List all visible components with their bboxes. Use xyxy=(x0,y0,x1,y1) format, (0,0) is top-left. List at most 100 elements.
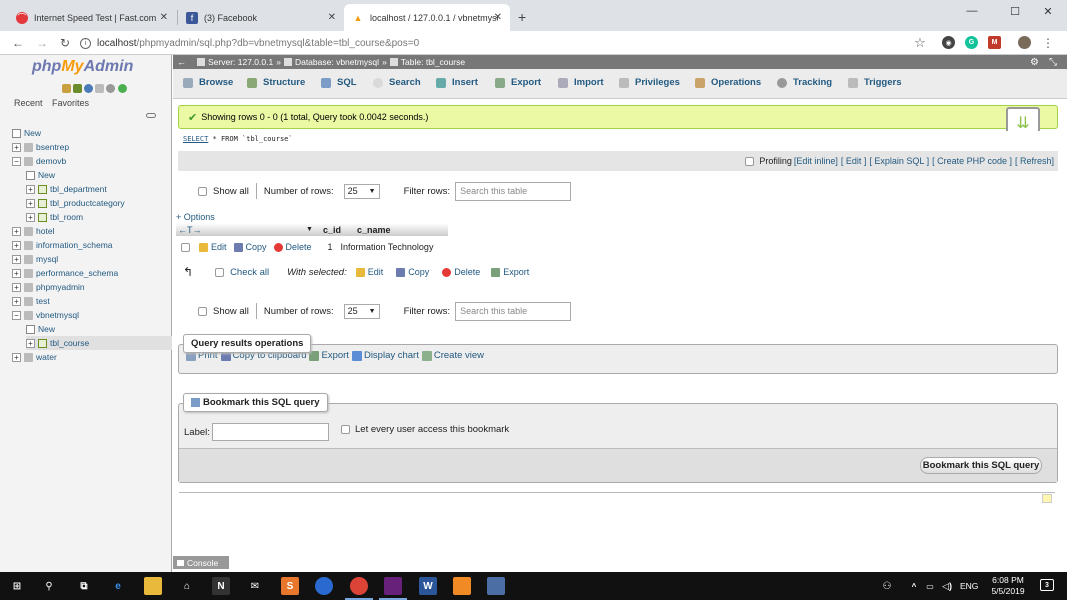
battery-icon[interactable]: ▭ xyxy=(924,577,936,595)
expand-icon[interactable]: + xyxy=(12,352,21,362)
collapse-icon[interactable]: − xyxy=(12,310,21,320)
app-n-icon[interactable]: N xyxy=(212,577,230,595)
tree-db-test[interactable]: + test xyxy=(12,294,50,308)
gear-icon[interactable]: ⚙ xyxy=(1030,57,1039,68)
tray-chevron-icon[interactable]: ^ xyxy=(908,577,920,595)
tab-browse[interactable]: Browse xyxy=(183,77,233,88)
tab-import[interactable]: Import xyxy=(558,77,604,88)
explain-sql-link[interactable]: [ Explain SQL ] xyxy=(869,156,929,166)
new-tab-button[interactable]: + xyxy=(518,9,526,25)
link-icon[interactable] xyxy=(146,113,156,118)
people-icon[interactable]: ⚇ xyxy=(880,577,894,595)
breadcrumb-server[interactable]: Server: 127.0.0.1 xyxy=(208,57,273,67)
sublime-icon[interactable]: S xyxy=(281,577,299,595)
row-delete-link[interactable]: Delete xyxy=(273,242,312,252)
reload-icon[interactable]: ↻ xyxy=(57,35,73,51)
logout-icon[interactable] xyxy=(73,84,82,93)
expand-icon[interactable]: + xyxy=(26,198,35,208)
export-link[interactable]: Export xyxy=(309,350,349,361)
settings-gear-icon[interactable] xyxy=(106,84,115,93)
row-checkbox[interactable] xyxy=(181,242,190,252)
bookmark-star-icon[interactable]: ☆ xyxy=(912,35,928,51)
tree-item-new[interactable]: New xyxy=(12,126,41,140)
browser-menu-icon[interactable]: ⋮ xyxy=(1040,35,1056,51)
tab-sql[interactable]: SQL xyxy=(321,77,357,88)
expand-icon[interactable]: + xyxy=(12,226,21,236)
tree-table-tbl-room[interactable]: + tbl_room xyxy=(26,210,83,224)
docs-icon[interactable] xyxy=(95,84,104,93)
sql-keyword[interactable]: SELECT xyxy=(183,135,208,143)
tree-db-bsentrep[interactable]: + bsentrep xyxy=(12,140,69,154)
url-field[interactable]: i localhost/phpmyadmin/sql.php?db=vbnetm… xyxy=(80,34,940,52)
clock[interactable]: 6:08 PM 5/5/2019 xyxy=(985,575,1031,597)
cell-c-id[interactable]: 1 xyxy=(319,242,333,252)
edge-icon[interactable]: e xyxy=(109,577,127,595)
fullscreen-icon[interactable]: ⤡ xyxy=(1049,57,1057,68)
console-toggle[interactable]: Console xyxy=(173,556,229,569)
tree-table-tbl-department[interactable]: + tbl_department xyxy=(26,182,107,196)
close-icon[interactable]: ✕ xyxy=(160,12,168,23)
reload-nav-icon[interactable] xyxy=(118,84,127,93)
expand-icon[interactable]: + xyxy=(26,338,35,348)
bulk-copy-button[interactable]: Copy xyxy=(396,267,429,277)
collapse-icon[interactable]: − xyxy=(12,156,21,166)
tab-export[interactable]: Export xyxy=(495,77,541,88)
tree-db-information-schema[interactable]: + information_schema xyxy=(12,238,113,252)
language-indicator[interactable]: ENG xyxy=(960,581,978,591)
tree-db-water[interactable]: + water xyxy=(12,350,57,364)
visual-studio-icon[interactable] xyxy=(384,577,402,595)
app-grid-icon[interactable] xyxy=(487,577,505,595)
store-icon[interactable]: ⌂ xyxy=(178,577,196,595)
search-icon[interactable]: ⚲ xyxy=(40,577,58,595)
favorites-tab[interactable]: Favorites xyxy=(52,98,89,108)
tab-tracking[interactable]: Tracking xyxy=(777,77,832,88)
breadcrumb-database[interactable]: Database: vbnetmysql xyxy=(295,57,379,67)
expand-icon[interactable]: + xyxy=(12,282,21,292)
tree-db-vbnetmysql[interactable]: − vbnetmysql xyxy=(12,308,79,322)
profiling-checkbox[interactable] xyxy=(745,156,755,166)
minimize-button[interactable]: — xyxy=(953,0,991,22)
tree-db-demovb[interactable]: − demovb xyxy=(12,154,66,168)
back-arrow-icon[interactable]: ← xyxy=(10,35,26,51)
tree-table-tbl-course[interactable]: + tbl_course xyxy=(26,336,172,350)
tab-structure[interactable]: Structure xyxy=(247,77,305,88)
share-bookmark-checkbox[interactable] xyxy=(341,425,350,434)
skype-icon[interactable] xyxy=(315,577,333,595)
edit-link[interactable]: [ Edit ] xyxy=(841,156,867,166)
show-all-checkbox[interactable] xyxy=(198,306,207,316)
breadcrumb-table[interactable]: Table: tbl_course xyxy=(401,57,465,67)
window-close-button[interactable]: ✕ xyxy=(1029,0,1067,22)
tree-table-tbl-productcategory[interactable]: + tbl_productcategory xyxy=(26,196,125,210)
browser-tab-facebook[interactable]: f (3) Facebook ✕ xyxy=(178,4,344,31)
word-icon[interactable]: W xyxy=(419,577,437,595)
show-all-checkbox[interactable] xyxy=(198,186,207,196)
options-link[interactable]: + Options xyxy=(176,212,215,222)
tab-insert[interactable]: Insert xyxy=(436,77,478,88)
file-explorer-icon[interactable] xyxy=(144,577,162,595)
sort-arrow-icon[interactable]: ▼ xyxy=(306,226,320,233)
xampp-icon[interactable] xyxy=(453,577,471,595)
extension-red-icon[interactable]: M xyxy=(988,36,1001,49)
filter-rows-input[interactable]: Search this table xyxy=(455,301,572,321)
row-edit-link[interactable]: Edit xyxy=(199,242,227,252)
column-header-c-id[interactable]: c_id xyxy=(320,225,354,235)
create-view-link[interactable]: Create view xyxy=(421,350,484,361)
check-all-label[interactable]: Check all xyxy=(230,267,269,278)
bulk-delete-button[interactable]: Delete xyxy=(442,267,480,277)
bookmark-label-input[interactable] xyxy=(212,423,329,441)
windows-start-icon[interactable]: ⊞ xyxy=(8,577,26,595)
close-icon[interactable]: ✕ xyxy=(328,12,336,23)
expand-icon[interactable]: + xyxy=(12,254,21,264)
edit-inline-link[interactable]: [Edit inline] xyxy=(794,156,838,166)
extension-icon[interactable]: ◉ xyxy=(942,36,955,49)
create-php-link[interactable]: [ Create PHP code ] xyxy=(932,156,1012,166)
bulk-export-button[interactable]: Export xyxy=(491,267,529,277)
tree-item-new[interactable]: New xyxy=(26,322,55,336)
expand-icon[interactable]: + xyxy=(26,184,35,194)
display-chart-link[interactable]: Display chart xyxy=(351,350,419,361)
tab-triggers[interactable]: Triggers xyxy=(848,77,902,88)
tab-privileges[interactable]: Privileges xyxy=(619,77,680,88)
row-copy-link[interactable]: Copy xyxy=(233,242,267,252)
filter-rows-input[interactable]: Search this table xyxy=(455,181,572,201)
recent-tab[interactable]: Recent xyxy=(14,98,43,108)
